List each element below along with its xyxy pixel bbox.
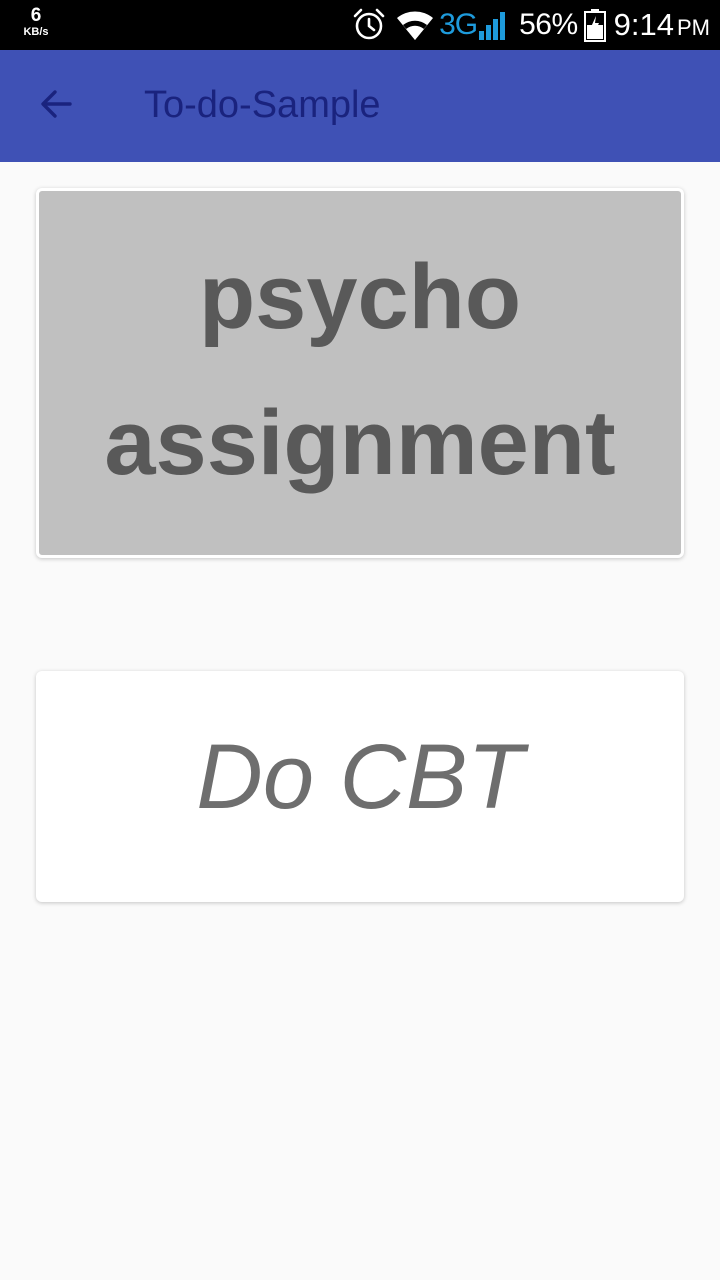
app-bar: To-do-Sample xyxy=(0,50,720,162)
arrow-back-icon xyxy=(38,86,74,127)
status-bar: 6 KB/s 3G 56% 9:14 PM xyxy=(0,0,720,50)
back-button[interactable] xyxy=(28,78,84,134)
network-speed-unit: KB/s xyxy=(23,26,49,38)
battery-icon xyxy=(583,8,606,42)
todo-text: Do CBT xyxy=(196,725,524,828)
network-speed-value: 6 xyxy=(30,5,42,26)
wifi-icon xyxy=(395,8,435,42)
app-title: To-do-Sample xyxy=(144,84,381,126)
network-speed: 6 KB/s xyxy=(18,6,54,38)
status-icons: 3G 56% 9:14 PM xyxy=(351,0,710,50)
todo-card-pending[interactable]: Do CBT xyxy=(36,671,684,902)
network-type: 3G xyxy=(439,8,478,41)
todo-card-done[interactable]: psycho assignment xyxy=(36,188,684,558)
clock-time: 9:14 xyxy=(613,7,674,42)
alarm-icon xyxy=(351,7,387,43)
clock-period: PM xyxy=(677,15,710,40)
signal-icon xyxy=(477,9,509,41)
battery-percent: 56% xyxy=(519,8,578,41)
status-clock: 9:14 PM xyxy=(614,7,710,43)
todo-text: psycho assignment xyxy=(104,246,616,494)
